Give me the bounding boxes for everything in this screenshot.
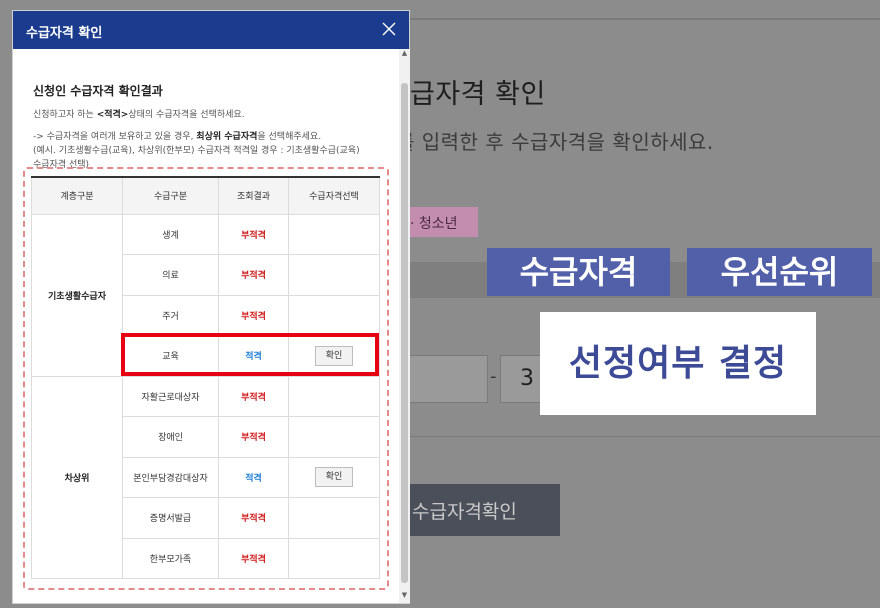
column-header-tier: 계층구분 bbox=[31, 176, 123, 215]
select-cell: 확인 bbox=[288, 456, 380, 498]
confirm-copay-reduction-button[interactable]: 확인 bbox=[315, 467, 353, 488]
close-button[interactable] bbox=[379, 19, 399, 39]
result-cell: 부적격 bbox=[218, 213, 289, 255]
result-cell: 부적격 bbox=[218, 254, 289, 296]
result-cell: 부적격 bbox=[218, 294, 289, 336]
column-header-result: 조회결과 bbox=[218, 176, 289, 215]
chevron-up-icon[interactable]: ▲ bbox=[399, 49, 410, 59]
education-row-highlight bbox=[121, 333, 379, 376]
caption-selection-decision: 선정여부 결정 bbox=[540, 312, 816, 415]
background-divider-2 bbox=[408, 436, 880, 437]
table-header-row: 계층구분 수급구분 조회결과 수급자격선택 bbox=[31, 176, 380, 215]
table-row: 차상위 자활근로대상자 부적격 bbox=[31, 375, 380, 579]
result-cell: 부적격 bbox=[218, 416, 289, 458]
table-row: 기초생활수급자 생계 부적격 bbox=[31, 213, 380, 377]
background-divider bbox=[410, 18, 880, 20]
type-cell: 한부모가족 bbox=[122, 537, 219, 579]
caption-qualification: 수급자격 bbox=[487, 248, 670, 296]
background-check-button: 수급자격확인 bbox=[400, 484, 560, 536]
select-cell bbox=[288, 375, 380, 417]
background-input-part1 bbox=[408, 355, 488, 403]
instruction-emphasis: <적격> bbox=[96, 110, 129, 120]
select-cell bbox=[288, 294, 380, 336]
select-cell bbox=[288, 497, 380, 539]
qualification-result-table: 계층구분 수급구분 조회결과 수급자격선택 기초생활수급자 생계 부적격 의료 … bbox=[31, 176, 380, 579]
instruction-line-1: 신청하고자 하는 <적격>상태의 수급자격을 선택하세요. bbox=[33, 107, 245, 120]
type-cell: 증명서발급 bbox=[122, 497, 219, 539]
group-cell-basic-livelihood: 기초생활수급자 bbox=[31, 213, 123, 377]
type-cell: 자활근로대상자 bbox=[122, 375, 219, 417]
section-title: 신청인 수급자격 확인결과 bbox=[33, 84, 163, 98]
column-header-select: 수급자격선택 bbox=[288, 176, 380, 215]
select-cell bbox=[288, 537, 380, 579]
type-cell: 주거 bbox=[122, 294, 219, 336]
instruction-text: 상태의 수급자격을 선택하세요. bbox=[128, 110, 245, 120]
instruction-line-3: (예시. 기초생활수급(교육), 차상위(한부모) 수급자격 적격일 경우 : … bbox=[33, 146, 360, 156]
background-input-value: 3 bbox=[520, 366, 534, 391]
instruction-text: 을 선택해주세요. bbox=[257, 132, 322, 142]
instruction-text: -> 수급자격을 여러개 보유하고 있을 경우, bbox=[33, 132, 197, 142]
select-cell bbox=[288, 416, 380, 458]
result-cell: 부적격 bbox=[218, 375, 289, 417]
result-cell: 부적격 bbox=[218, 497, 289, 539]
chevron-down-icon[interactable]: ▼ bbox=[399, 591, 410, 601]
instruction-text: 신청하고자 하는 bbox=[33, 110, 97, 120]
instruction-line-2: -> 수급자격을 여러개 보유하고 있을 경우, 최상위 수급자격을 선택해주세… bbox=[33, 129, 321, 142]
result-cell: 적격 bbox=[218, 456, 289, 498]
modal-scrollbar[interactable]: ▲ ▼ bbox=[399, 49, 410, 603]
background-separator: - bbox=[490, 366, 497, 387]
select-cell bbox=[288, 254, 380, 296]
result-cell: 부적격 bbox=[218, 537, 289, 579]
caption-priority: 우선순위 bbox=[687, 248, 872, 296]
group-cell-near-poverty: 차상위 bbox=[31, 375, 123, 579]
type-cell: 의료 bbox=[122, 254, 219, 296]
background-category-tag: · 청소년 bbox=[398, 207, 478, 237]
background-page-description: 를 입력한 후 수급자격을 확인하세요. bbox=[396, 130, 714, 154]
background-page-title: 급자격 확인 bbox=[410, 79, 546, 110]
instruction-emphasis: 최상위 수급자격 bbox=[196, 132, 258, 142]
type-cell: 본인부담경감대상자 bbox=[122, 456, 219, 498]
select-cell bbox=[288, 213, 380, 255]
modal-header: 수급자격 확인 bbox=[13, 11, 409, 49]
type-cell: 장애인 bbox=[122, 416, 219, 458]
column-header-type: 수급구분 bbox=[122, 176, 219, 215]
close-icon bbox=[382, 22, 396, 36]
scrollbar-thumb[interactable] bbox=[401, 83, 408, 583]
type-cell: 생계 bbox=[122, 213, 219, 255]
modal-title: 수급자격 확인 bbox=[26, 26, 103, 41]
